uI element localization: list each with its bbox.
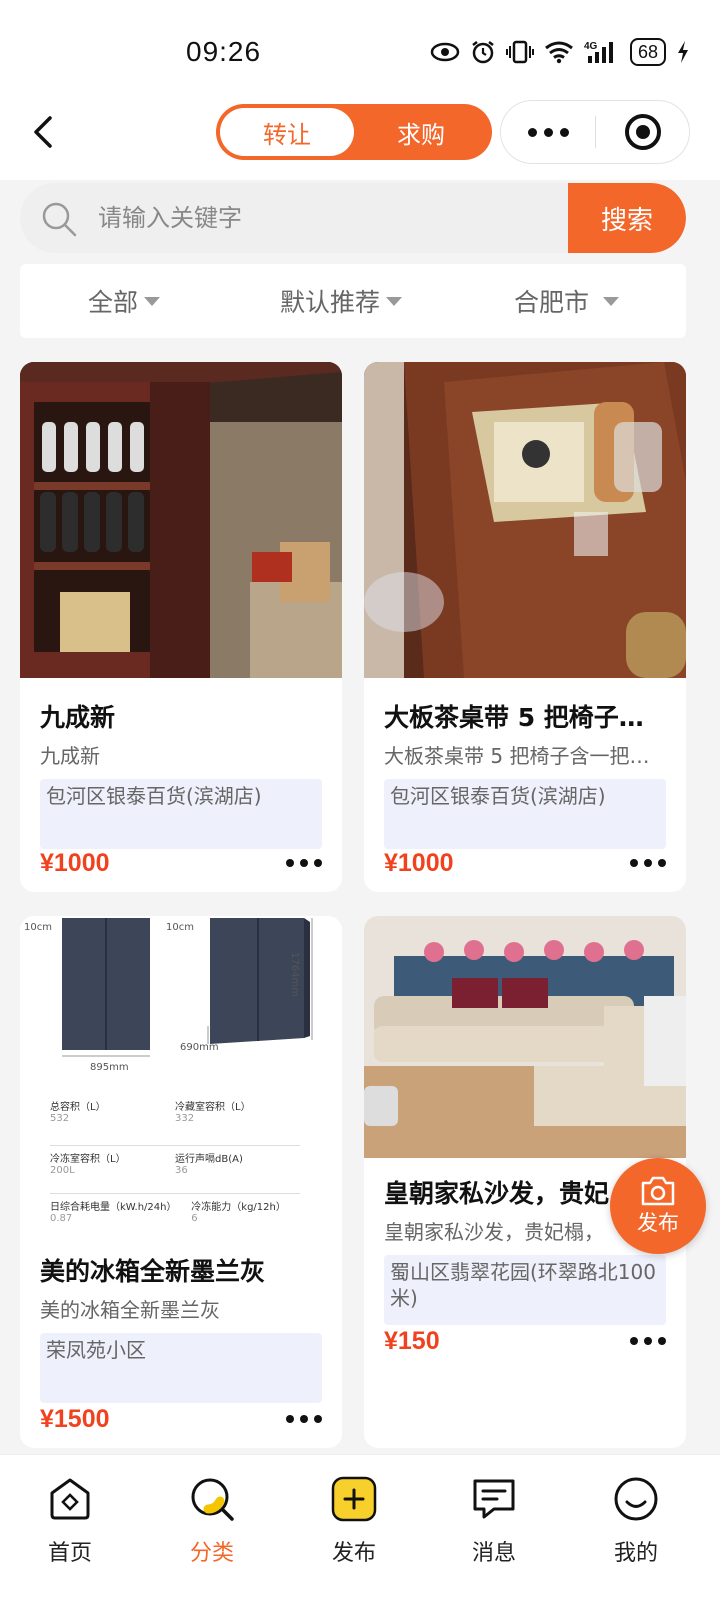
publish-fab-label: 发布: [637, 1211, 679, 1235]
status-bar: 09:26 4G 68: [0, 0, 720, 100]
message-icon: [473, 1479, 515, 1519]
tab-category-label: 分类: [189, 1541, 234, 1566]
eye-icon: [430, 42, 460, 62]
caret-down-icon: [144, 296, 161, 306]
tab-messages[interactable]: 消息: [444, 1475, 544, 1567]
more-options-icon[interactable]: [286, 1415, 322, 1423]
listing-subtitle: 大板茶桌带 5 把椅子含一把…: [384, 744, 650, 768]
tab-category[interactable]: 分类: [162, 1475, 262, 1567]
listing-card[interactable]: 10cm 10cm 895mm 690mm 1764mm 总容积（L） 532 冷…: [20, 916, 342, 1448]
listing-subtitle: 美的冰箱全新墨兰灰: [40, 1298, 220, 1322]
tab-home[interactable]: 首页: [20, 1475, 120, 1567]
more-options-icon[interactable]: [630, 1337, 666, 1345]
mode-segmented-control: 转让 求购: [216, 104, 492, 160]
wifi-icon: [545, 41, 573, 64]
spec-row: 总容积（L） 532 冷藏室容积（L） 332: [50, 1098, 300, 1146]
listing-location: 蜀山区翡翠花园(环翠路北100米): [384, 1255, 666, 1325]
listing-price: ¥1000: [40, 848, 110, 877]
spec-height: 1764mm: [289, 952, 300, 997]
spec-dim-left: 10cm: [24, 922, 52, 933]
tab-messages-label: 消息: [471, 1541, 516, 1566]
camera-icon: [641, 1176, 675, 1206]
filter-category-label: 全部: [88, 288, 139, 317]
spec-width: 895mm: [90, 1062, 129, 1073]
listing-price: ¥1500: [40, 1404, 110, 1433]
tab-profile-label: 我的: [613, 1541, 658, 1566]
spec-row: 冷冻室容积（L） 200L 运行声嗝dB(A) 36: [50, 1146, 300, 1194]
listing-photo-wine-cabinet: [20, 362, 342, 678]
publish-fab[interactable]: 发布: [610, 1158, 706, 1254]
search-input[interactable]: [98, 183, 558, 253]
tab-publish[interactable]: 发布: [304, 1475, 404, 1567]
search-button[interactable]: 搜索: [568, 183, 686, 253]
filter-city[interactable]: 合肥市: [514, 264, 620, 338]
target-icon: [624, 114, 661, 150]
smiley-icon: [614, 1477, 658, 1521]
listing-location: 包河区银泰百货(滨湖店): [384, 779, 666, 849]
listing-location: 包河区银泰百货(滨湖店): [40, 779, 322, 849]
close-miniprogram-button[interactable]: [596, 114, 689, 150]
spec-table: 总容积（L） 532 冷藏室容积（L） 332 冷冻室容积（L） 200L 运行声嗝d…: [50, 1098, 300, 1238]
listing-card[interactable]: 九成新 九成新 包河区银泰百货(滨湖店) ¥1000: [20, 362, 342, 892]
plus-icon: [331, 1476, 377, 1522]
listing-photo-fridge-spec: 10cm 10cm 895mm 690mm 1764mm 总容积（L） 532 冷…: [20, 916, 342, 1238]
more-options-icon[interactable]: [630, 859, 666, 867]
caret-down-icon: [603, 296, 620, 306]
bottom-tab-bar: 首页 分类 发布 消息 我的: [0, 1454, 720, 1600]
filter-city-label: 合肥市: [514, 288, 590, 317]
tab-home-label: 首页: [47, 1541, 92, 1566]
listing-title: 大板茶桌带 5 把椅子…: [384, 703, 644, 732]
vibrate-icon: [505, 40, 534, 64]
alarm-icon: [472, 41, 494, 64]
search-icon: [42, 202, 77, 237]
home-icon: [50, 1478, 90, 1520]
spec-row: 日综合耗电量（kW.h/24h） 0.87 冷冻能力（kg/12h） 6: [50, 1202, 286, 1224]
tab-publish-label: 发布: [331, 1541, 376, 1566]
filter-category[interactable]: 全部: [88, 264, 161, 338]
spec-depth: 690mm: [180, 1042, 219, 1053]
svg-text:4G: 4G: [584, 41, 598, 52]
search-category-icon: [191, 1478, 234, 1521]
nav-bar: 转让 求购: [0, 100, 720, 180]
listing-price: ¥1000: [384, 848, 454, 877]
status-icons: 4G 68: [430, 38, 690, 66]
filter-sort-label: 默认推荐: [280, 288, 381, 317]
tab-request[interactable]: 求购: [354, 108, 488, 156]
miniprogram-capsule: [500, 100, 690, 164]
more-menu-button[interactable]: [501, 127, 595, 137]
status-time: 09:26: [186, 36, 262, 67]
listing-photo-tea-table: [364, 362, 686, 678]
spec-dim-right: 10cm: [166, 922, 194, 933]
listing-location: 荣凤苑小区: [40, 1333, 322, 1403]
battery-level: 68: [629, 38, 666, 66]
tab-profile[interactable]: 我的: [586, 1475, 686, 1567]
back-arrow-icon[interactable]: [24, 112, 64, 152]
tab-transfer[interactable]: 转让: [220, 108, 354, 156]
search-bar: 搜索: [20, 183, 686, 253]
listing-subtitle: 九成新: [40, 744, 100, 768]
charging-icon: [678, 41, 688, 63]
listing-card[interactable]: 大板茶桌带 5 把椅子… 大板茶桌带 5 把椅子含一把… 包河区银泰百货(滨湖店…: [364, 362, 686, 892]
listing-title: 美的冰箱全新墨兰灰: [40, 1257, 266, 1286]
listing-title: 九成新: [40, 703, 116, 732]
signal-4g-icon: 4G: [584, 41, 613, 63]
listing-price: ¥150: [384, 1326, 440, 1355]
caret-down-icon: [386, 296, 403, 306]
listing-photo-sofa: [364, 916, 686, 1158]
filter-sort[interactable]: 默认推荐: [280, 264, 403, 338]
more-options-icon[interactable]: [286, 859, 322, 867]
filter-bar: 全部 默认推荐 合肥市: [20, 264, 686, 338]
